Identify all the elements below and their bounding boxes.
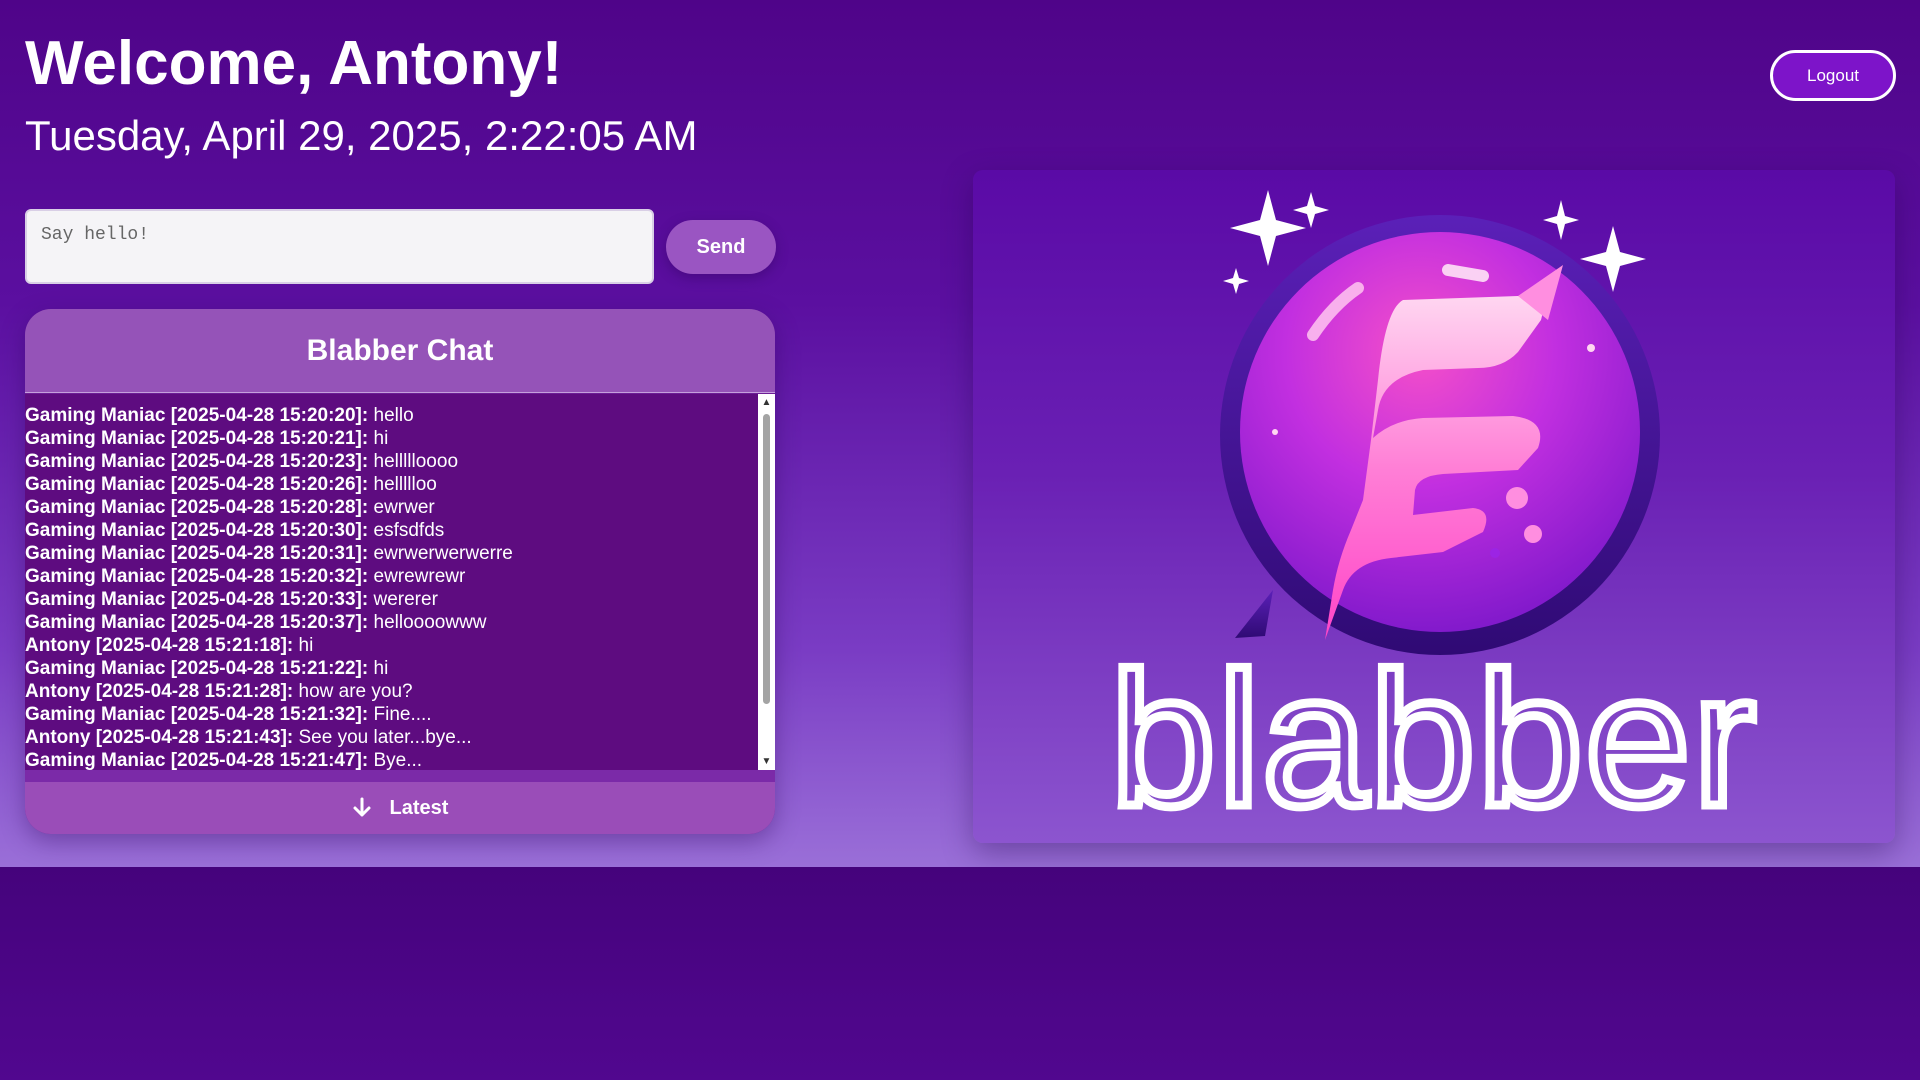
message-sender-timestamp: Gaming Maniac [2025-04-28 15:20:26]: xyxy=(25,474,369,495)
scrollbar-thumb[interactable] xyxy=(763,414,770,704)
message-text: hi xyxy=(368,658,389,679)
message-sender-timestamp: Gaming Maniac [2025-04-28 15:21:47]: xyxy=(25,750,369,770)
message-sender-timestamp: Gaming Maniac [2025-04-28 15:20:33]: xyxy=(25,589,369,610)
message-sender-timestamp: Gaming Maniac [2025-04-28 15:20:31]: xyxy=(25,543,369,564)
latest-button[interactable]: Latest xyxy=(25,782,775,834)
chat-message: Antony [2025-04-28 15:21:18]: hi xyxy=(25,634,775,657)
message-sender-timestamp: Gaming Maniac [2025-04-28 15:20:20]: xyxy=(25,405,369,426)
app-window: Welcome, Antony! Tuesday, April 29, 2025… xyxy=(0,0,1920,867)
message-text: how are you? xyxy=(293,681,413,702)
message-sender-timestamp: Antony [2025-04-28 15:21:18]: xyxy=(25,635,294,656)
message-text: Bye... xyxy=(368,750,423,770)
chat-title: Blabber Chat xyxy=(306,333,494,367)
latest-label: Latest xyxy=(389,796,449,819)
arrow-down-icon xyxy=(353,797,371,817)
chat-message: Gaming Maniac [2025-04-28 15:20:32]: ewr… xyxy=(25,565,775,588)
chat-divider xyxy=(25,770,775,782)
message-text: hi xyxy=(293,635,314,656)
brand-wordmark: blabber xyxy=(1106,634,1761,846)
message-sender-timestamp: Gaming Maniac [2025-04-28 15:20:32]: xyxy=(25,566,369,587)
chat-message: Gaming Maniac [2025-04-28 15:20:30]: esf… xyxy=(25,519,775,542)
send-button[interactable]: Send xyxy=(666,220,776,274)
message-sender-timestamp: Antony [2025-04-28 15:21:28]: xyxy=(25,681,294,702)
chat-message: Antony [2025-04-28 15:21:28]: how are yo… xyxy=(25,680,775,703)
chat-message: Gaming Maniac [2025-04-28 15:20:23]: hel… xyxy=(25,450,775,473)
chat-message: Gaming Maniac [2025-04-28 15:20:28]: ewr… xyxy=(25,496,775,519)
chat-message: Antony [2025-04-28 15:21:43]: See you la… xyxy=(25,726,775,749)
chat-message: Gaming Maniac [2025-04-28 15:20:21]: hi xyxy=(25,427,775,450)
chat-log[interactable]: Gaming Maniac [2025-04-28 15:20:20]: hel… xyxy=(25,394,775,770)
message-text: wererer xyxy=(368,589,438,610)
triangle-up-icon[interactable]: ▲ xyxy=(758,394,775,411)
message-sender-timestamp: Gaming Maniac [2025-04-28 15:20:21]: xyxy=(25,428,369,449)
message-text: ewrewrewr xyxy=(368,566,466,587)
logo-card: blabber xyxy=(973,170,1895,846)
message-input[interactable] xyxy=(25,209,654,284)
current-datetime: Tuesday, April 29, 2025, 2:22:05 AM xyxy=(25,112,698,159)
message-sender-timestamp: Gaming Maniac [2025-04-28 15:21:32]: xyxy=(25,704,369,725)
message-text: hellllloo xyxy=(368,474,437,495)
chat-message: Gaming Maniac [2025-04-28 15:20:26]: hel… xyxy=(25,473,775,496)
chat-message: Gaming Maniac [2025-04-28 15:21:22]: hi xyxy=(25,657,775,680)
message-sender-timestamp: Gaming Maniac [2025-04-28 15:20:30]: xyxy=(25,520,369,541)
message-list: Gaming Maniac [2025-04-28 15:20:20]: hel… xyxy=(25,394,775,770)
chat-message: Gaming Maniac [2025-04-28 15:20:20]: hel… xyxy=(25,404,775,427)
page-background xyxy=(0,867,1920,1080)
chat-scrollbar[interactable]: ▲ ▼ xyxy=(758,394,775,770)
message-sender-timestamp: Gaming Maniac [2025-04-28 15:20:37]: xyxy=(25,612,369,633)
chat-panel: Blabber Chat Gaming Maniac [2025-04-28 1… xyxy=(25,309,775,834)
chat-message: Gaming Maniac [2025-04-28 15:20:37]: hel… xyxy=(25,611,775,634)
logout-button[interactable]: Logout xyxy=(1770,50,1896,101)
message-sender-timestamp: Gaming Maniac [2025-04-28 15:20:23]: xyxy=(25,451,369,472)
welcome-heading: Welcome, Antony! xyxy=(25,29,563,98)
message-text: esfsdfds xyxy=(368,520,445,541)
message-text: hello xyxy=(368,405,414,426)
message-sender-timestamp: Gaming Maniac [2025-04-28 15:20:28]: xyxy=(25,497,369,518)
chat-message: Gaming Maniac [2025-04-28 15:20:31]: ewr… xyxy=(25,542,775,565)
message-text: ewrwer xyxy=(368,497,435,518)
chat-message: Gaming Maniac [2025-04-28 15:21:32]: Fin… xyxy=(25,703,775,726)
triangle-down-icon[interactable]: ▼ xyxy=(758,753,775,770)
message-text: helloooowww xyxy=(368,612,487,633)
message-sender-timestamp: Gaming Maniac [2025-04-28 15:21:22]: xyxy=(25,658,369,679)
chat-message: Gaming Maniac [2025-04-28 15:21:47]: Bye… xyxy=(25,749,775,770)
message-text: hellllloooo xyxy=(368,451,459,472)
chat-message: Gaming Maniac [2025-04-28 15:20:33]: wer… xyxy=(25,588,775,611)
chat-header: Blabber Chat xyxy=(25,309,775,393)
message-text: Fine.... xyxy=(368,704,432,725)
message-text: hi xyxy=(368,428,389,449)
message-text: See you later...bye... xyxy=(293,727,472,748)
message-text: ewrwerwerwerre xyxy=(368,543,513,564)
message-sender-timestamp: Antony [2025-04-28 15:21:43]: xyxy=(25,727,294,748)
